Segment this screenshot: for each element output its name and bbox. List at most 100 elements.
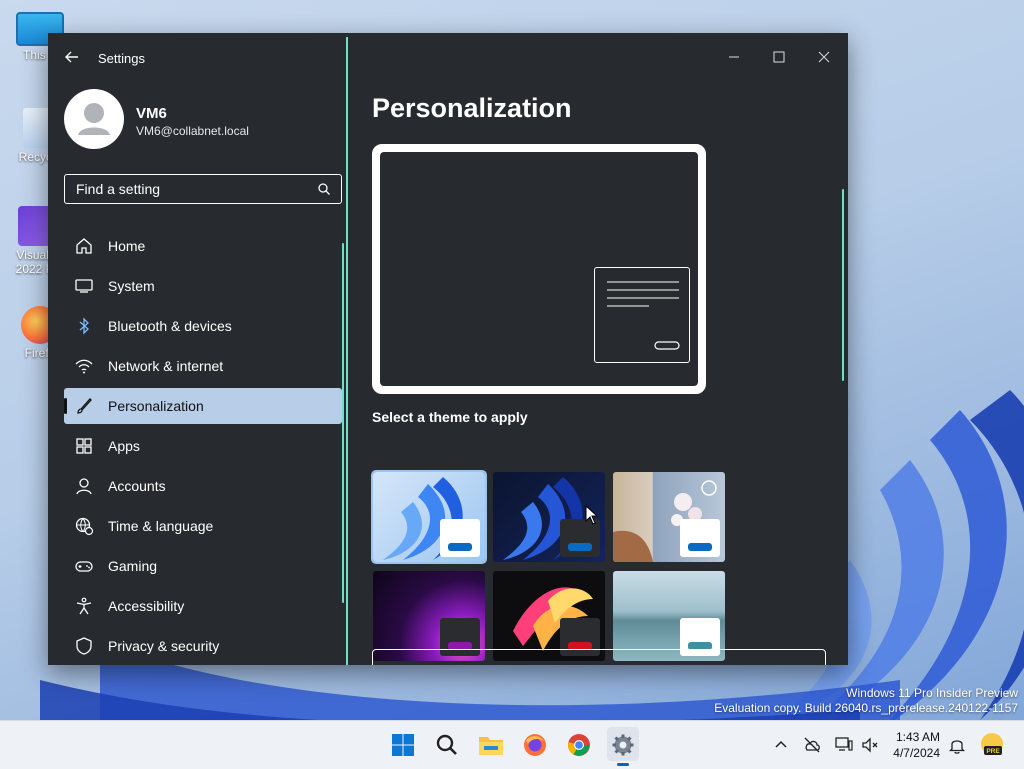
- clock-date: 4/7/2024: [893, 746, 940, 760]
- firefox-icon: [524, 734, 546, 756]
- clock-time: 1:43 AM: [895, 730, 940, 744]
- back-arrow-icon[interactable]: [62, 47, 82, 67]
- theme-captured-motion[interactable]: [493, 571, 605, 661]
- sidebar-item-label: Apps: [108, 438, 140, 454]
- settings-icon: [612, 734, 634, 756]
- taskbar-settings[interactable]: [607, 729, 639, 761]
- accent-bar: [448, 543, 472, 551]
- monitor-icon: [75, 279, 93, 293]
- accessibility-icon: [76, 597, 92, 615]
- sidebar-item-label: Time & language: [108, 518, 214, 534]
- theme-glow[interactable]: [373, 571, 485, 661]
- themes-section-label: Select a theme to apply: [372, 409, 528, 425]
- sidebar-item-system[interactable]: System: [64, 268, 342, 304]
- sidebar-item-accounts[interactable]: Accounts: [64, 468, 342, 504]
- watermark-line: Evaluation copy. Build 26040.rs_prerelea…: [714, 701, 1018, 715]
- chevron-up-icon[interactable]: [771, 735, 791, 755]
- volume-muted-icon[interactable]: [860, 735, 880, 755]
- taskbar-file-explorer[interactable]: [475, 729, 507, 761]
- brush-icon: [77, 398, 92, 414]
- notification-bell-icon[interactable]: [947, 735, 967, 755]
- sidebar-item-label: Privacy & security: [108, 638, 220, 654]
- theme-windows-light[interactable]: [371, 470, 487, 564]
- cloud-offline-icon[interactable]: [802, 735, 822, 755]
- sidebar-item-label: System: [108, 278, 155, 294]
- theme-color-card: [440, 519, 480, 557]
- evaluation-watermark: Windows 11 Pro Insider Preview Evaluatio…: [714, 686, 1018, 716]
- preview-window-lines: [607, 281, 680, 350]
- sidebar-item-label: Bluetooth & devices: [108, 318, 232, 334]
- mouse-cursor-icon: [585, 505, 599, 525]
- sidebar-item-apps[interactable]: Apps: [64, 428, 342, 464]
- window-title: Settings: [98, 51, 145, 66]
- minimize-button[interactable]: [712, 41, 756, 73]
- taskbar-search-button[interactable]: [431, 729, 463, 761]
- search-input[interactable]: [74, 180, 308, 198]
- start-icon: [392, 734, 414, 756]
- sidebar-item-accessibility[interactable]: Accessibility: [64, 588, 342, 624]
- person-icon: [76, 478, 92, 495]
- search-icon[interactable]: [317, 182, 331, 196]
- maximize-icon: [773, 51, 785, 63]
- theme-windows-spotlight[interactable]: [613, 472, 725, 562]
- page-title: Personalization: [372, 93, 572, 123]
- accent-bar: [688, 543, 712, 551]
- user-email: VM6@collabnet.local: [136, 124, 249, 138]
- sidebar-item-time-language[interactable]: Time & language: [64, 508, 342, 544]
- maximize-button[interactable]: [757, 41, 801, 73]
- settings-window: Settings VM6 VM6@collabnet.local Home: [48, 33, 848, 665]
- search-icon: [436, 734, 457, 755]
- avatar[interactable]: [64, 89, 124, 149]
- wifi-icon: [75, 359, 93, 374]
- taskbar-firefox[interactable]: [519, 729, 551, 761]
- taskbar-chrome[interactable]: [563, 729, 595, 761]
- active-indicator: [64, 398, 67, 414]
- preview-window: [594, 267, 690, 363]
- spotlight-badge-icon: [701, 480, 717, 496]
- preview-desktop: [380, 152, 698, 386]
- sidebar-item-label: Home: [108, 238, 146, 254]
- sidebar-item-network[interactable]: Network & internet: [64, 348, 342, 384]
- gamepad-icon: [75, 561, 93, 572]
- sidebar-item-privacy[interactable]: Privacy & security: [64, 628, 342, 664]
- system-clock[interactable]: 1:43 AM 4/7/2024: [888, 729, 940, 761]
- svg-text:PRE: PRE: [986, 748, 1000, 755]
- theme-flow[interactable]: [613, 571, 725, 661]
- close-button[interactable]: [802, 41, 846, 73]
- search-box[interactable]: [64, 174, 342, 204]
- background-setting-card[interactable]: [372, 649, 826, 665]
- sidebar-item-bluetooth[interactable]: Bluetooth & devices: [64, 308, 342, 344]
- title-bar: Settings: [48, 33, 848, 81]
- close-icon: [818, 51, 830, 63]
- sidebar-item-label: Personalization: [108, 398, 204, 414]
- theme-preview: [372, 144, 706, 394]
- sidebar-item-home[interactable]: Home: [64, 228, 342, 264]
- running-indicator: [617, 763, 629, 766]
- start-button[interactable]: [387, 729, 419, 761]
- insider-preview-badge-icon[interactable]: PRE: [979, 731, 1005, 759]
- accent-bar: [568, 543, 592, 551]
- taskbar: 1:43 AM 4/7/2024 PRE: [0, 720, 1024, 769]
- content-scrollbar[interactable]: [842, 189, 844, 381]
- network-icon[interactable]: [834, 735, 854, 755]
- sidebar-item-personalization[interactable]: Personalization: [64, 388, 342, 424]
- home-icon: [76, 238, 92, 254]
- content-pane: Personalization Select a theme to apply: [348, 81, 848, 665]
- sidebar-item-label: Network & internet: [108, 358, 224, 374]
- shield-icon: [76, 637, 92, 655]
- minimize-icon: [729, 56, 739, 58]
- person-icon: [78, 103, 110, 135]
- user-name: VM6: [136, 105, 167, 122]
- sidebar-item-gaming[interactable]: Gaming: [64, 548, 342, 584]
- bluetooth-icon: [79, 317, 89, 335]
- sidebar-item-label: Gaming: [108, 558, 158, 574]
- chrome-icon: [568, 734, 590, 756]
- sidebar-scrollbar[interactable]: [342, 243, 344, 603]
- globe-clock-icon: [75, 517, 94, 536]
- sidebar-item-label: Accounts: [108, 478, 166, 494]
- apps-icon: [76, 438, 92, 454]
- file-explorer-icon: [479, 737, 503, 755]
- watermark-line: Windows 11 Pro Insider Preview: [846, 686, 1018, 700]
- theme-color-card: [680, 519, 720, 557]
- sidebar-item-label: Accessibility: [108, 598, 185, 614]
